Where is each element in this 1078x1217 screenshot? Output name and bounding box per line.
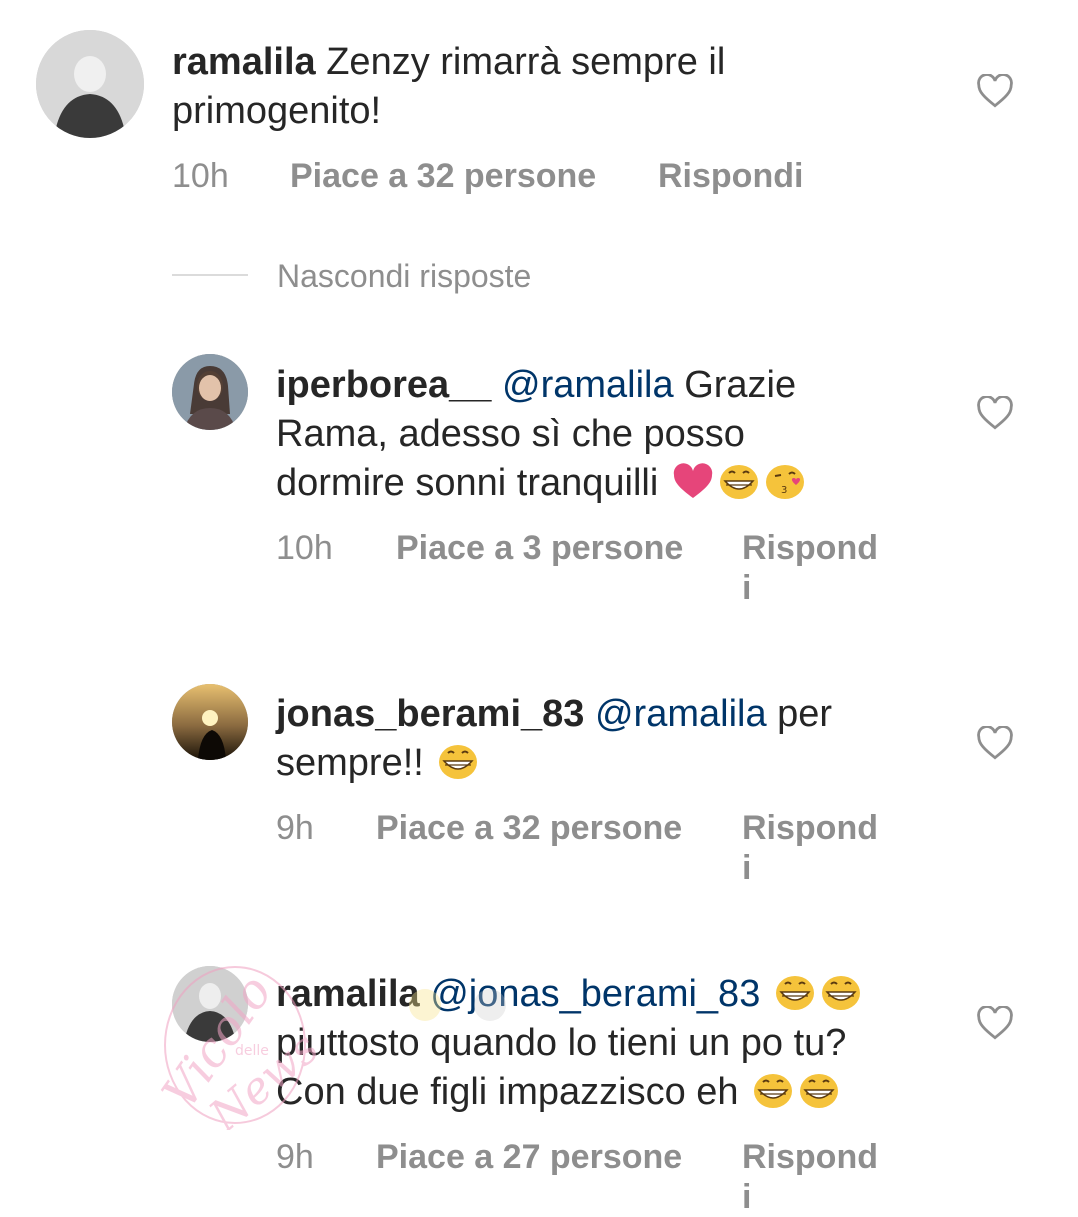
comment-body-line3: Con due figli impazzisco eh [276, 1071, 739, 1113]
comment-text: iperborea__ @ramalila Grazie Rama, adess… [276, 361, 956, 508]
grinning-emoji-icon [751, 1072, 795, 1110]
mention-link[interactable]: @ramalila [595, 693, 767, 735]
comment-meta: 9h Piace a 27 persone Rispond i [276, 1137, 976, 1216]
comment-meta: 9h Piace a 32 persone Rispond i [276, 808, 976, 898]
reply-label-part1[interactable]: Rispond [742, 1138, 878, 1176]
reply-label-part2[interactable]: i [742, 1178, 751, 1216]
likes-count[interactable]: Piace a 32 persone [376, 808, 682, 848]
comment-meta: 10h Piace a 32 persone Rispondi [172, 156, 872, 196]
comment-meta: 10h Piace a 3 persone Rispond i [276, 528, 976, 618]
comment-body-line3: dormire sonni tranquilli [276, 462, 659, 504]
username[interactable]: iperborea__ [276, 364, 491, 406]
comment-body-line1: per [777, 693, 833, 735]
reply-ramalila: ramalila @jonas_berami_83 piuttosto quan… [0, 960, 1078, 1216]
comment-body-line2: piuttosto quando lo tieni un po tu? [276, 1022, 847, 1064]
timestamp: 10h [276, 529, 333, 567]
grinning-emoji-icon [717, 463, 761, 501]
divider [172, 274, 248, 276]
timestamp: 9h [276, 809, 314, 847]
reply-label-part2[interactable]: i [742, 569, 751, 607]
reply-label-part1[interactable]: Rispond [742, 809, 878, 847]
username[interactable]: ramalila [276, 973, 420, 1015]
reply-button[interactable]: Rispondi [742, 528, 878, 608]
grinning-emoji-icon [773, 974, 817, 1012]
like-heart-icon[interactable] [976, 74, 1014, 108]
kiss-emoji-icon: 3 [763, 463, 807, 501]
mention-link[interactable]: @jonas_berami_83 [430, 973, 760, 1015]
like-heart-icon[interactable] [976, 1006, 1014, 1040]
reply-button[interactable]: Rispondi [742, 808, 878, 888]
username[interactable]: ramalila [172, 41, 316, 83]
reply-label-part2[interactable]: i [742, 849, 751, 887]
timestamp: 10h [172, 157, 229, 195]
timestamp: 9h [276, 1138, 314, 1176]
like-heart-icon[interactable] [976, 396, 1014, 430]
likes-count[interactable]: Piace a 3 persone [396, 528, 683, 568]
likes-count[interactable]: Piace a 32 persone [290, 156, 596, 196]
comment-text: ramalila Zenzy rimarrà sempre il primoge… [172, 38, 932, 136]
reply-button[interactable]: Rispondi [658, 156, 803, 196]
reply-iperborea: iperborea__ @ramalila Grazie Rama, adess… [0, 340, 1078, 620]
mention-link[interactable]: @ramalila [502, 364, 674, 406]
svg-text:3: 3 [781, 485, 787, 496]
comment-body-line1: Zenzy rimarrà sempre il [326, 41, 726, 83]
avatar[interactable] [172, 354, 248, 430]
grinning-emoji-icon [436, 743, 480, 781]
like-heart-icon[interactable] [976, 726, 1014, 760]
avatar[interactable] [172, 966, 248, 1042]
comment-body-line2: Rama, adesso sì che posso [276, 413, 745, 455]
comment-ramalila-1: ramalila Zenzy rimarrà sempre il primoge… [0, 0, 1078, 230]
likes-count[interactable]: Piace a 27 persone [376, 1137, 682, 1177]
comment-body-line2: sempre!! [276, 742, 424, 784]
avatar[interactable] [36, 30, 144, 138]
grinning-emoji-icon [797, 1072, 841, 1110]
avatar[interactable] [172, 684, 248, 760]
comment-text: ramalila @jonas_berami_83 piuttosto quan… [276, 970, 956, 1117]
reply-button[interactable]: Rispondi [742, 1137, 878, 1217]
comment-text: jonas_berami_83 @ramalila per sempre!! [276, 690, 956, 788]
username[interactable]: jonas_berami_83 [276, 693, 584, 735]
hide-replies-label[interactable]: Nascondi risposte [277, 258, 531, 295]
reply-label-part1[interactable]: Rispond [742, 529, 878, 567]
comment-body-line2: primogenito! [172, 90, 382, 132]
heart-emoji-icon [671, 463, 715, 501]
grinning-emoji-icon [819, 974, 863, 1012]
comment-body-line1: Grazie [684, 364, 797, 406]
reply-jonas-berami-83: jonas_berami_83 @ramalila per sempre!! 9… [0, 670, 1078, 910]
